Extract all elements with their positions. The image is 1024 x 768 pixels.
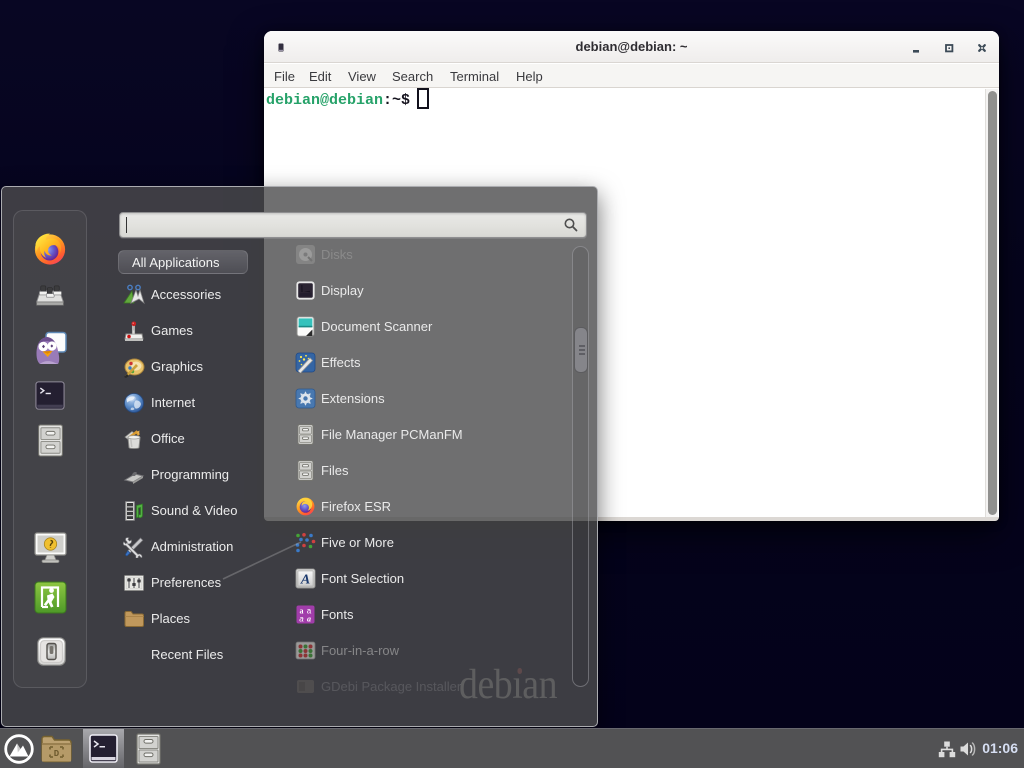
svg-text:A: A [300, 573, 310, 588]
svg-text:D: D [54, 749, 60, 759]
svg-text:a: a [307, 615, 311, 624]
svg-text:a: a [299, 615, 304, 624]
